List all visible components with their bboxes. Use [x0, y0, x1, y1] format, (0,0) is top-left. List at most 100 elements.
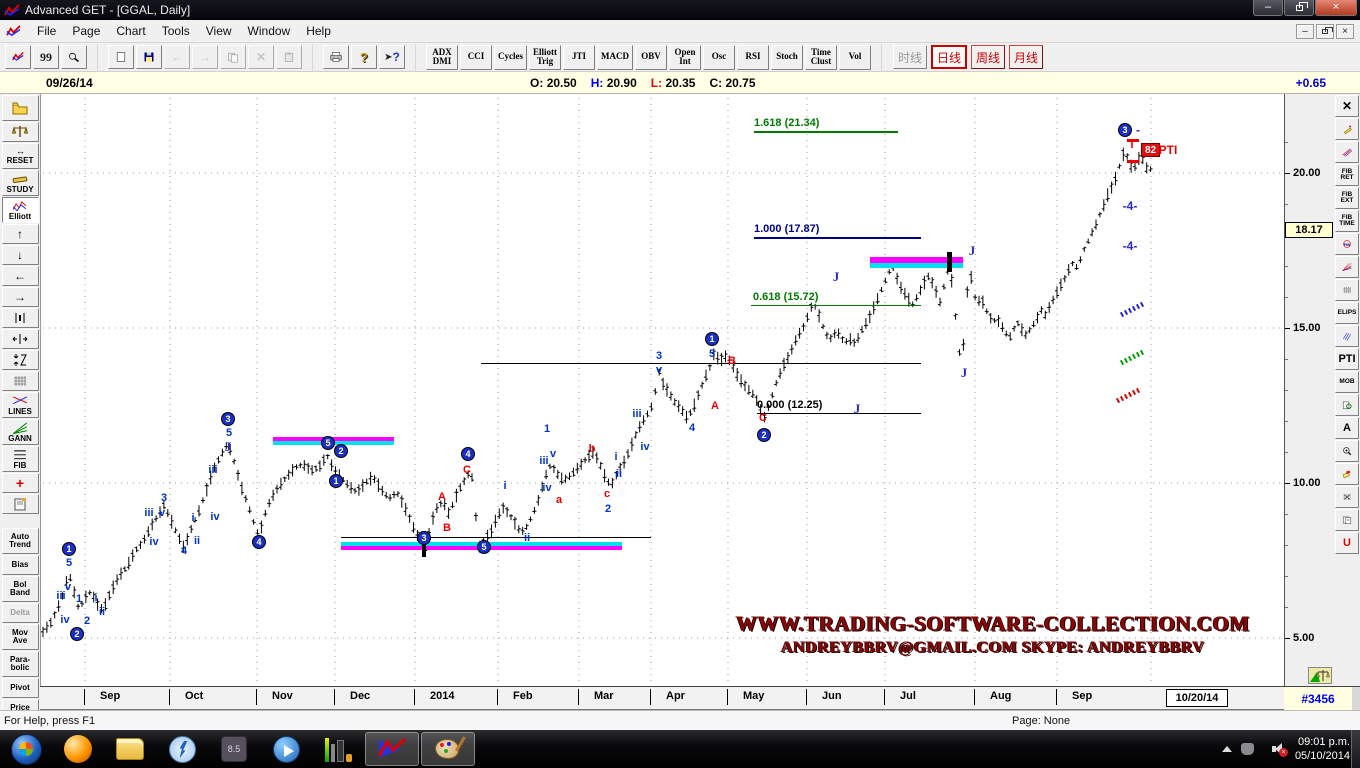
taskbar-icon-start[interactable] — [6, 732, 46, 766]
menu-chart[interactable]: Chart — [108, 22, 153, 40]
elliott-button[interactable]: Elliott — [2, 197, 39, 223]
abc-label: A — [711, 400, 719, 412]
volume-muted-icon[interactable]: × — [1272, 743, 1286, 755]
text-tool-button[interactable]: A — [1335, 417, 1359, 439]
lines-button[interactable]: LINES — [2, 392, 39, 418]
taskbar-icon-explorer[interactable] — [110, 732, 150, 766]
study-button-time-clust[interactable]: Time Clust — [805, 45, 837, 70]
ellipse-tool-button[interactable]: ELIPS — [1335, 302, 1359, 324]
scroll-left-button[interactable]: ← — [2, 266, 39, 286]
fib-level-label: 1.000 (17.87) — [754, 223, 819, 235]
pencil-tool-button[interactable] — [1335, 118, 1359, 140]
side-study-para-bolic[interactable]: Para- bolic — [2, 651, 39, 677]
restore-button[interactable] — [1284, 0, 1314, 16]
taskbar-icon-advanced-get[interactable] — [365, 732, 419, 766]
taskbar-icon-paint[interactable] — [421, 732, 475, 766]
study-button-open-int[interactable]: Open Int — [669, 45, 701, 70]
taskbar-icon-photoshop[interactable]: 8.5 — [214, 732, 254, 766]
period-button-周线[interactable]: 周线 — [971, 45, 1005, 69]
save-button[interactable] — [136, 45, 162, 69]
context-help-button[interactable]: ➤? — [379, 45, 405, 69]
study-button-cci[interactable]: CCI — [460, 45, 492, 70]
side-study-bol-band[interactable]: Bol Band — [2, 576, 39, 602]
reset-button[interactable]: ↔RESET — [2, 143, 39, 169]
mob-button[interactable]: MOB — [1335, 371, 1359, 393]
menu-file[interactable]: File — [29, 22, 64, 40]
study-button-elliott-trig[interactable]: Elliott Trig — [529, 45, 561, 70]
study-button-cycles[interactable]: Cycles — [494, 45, 527, 70]
fib-extension-button[interactable]: FIBEXT — [1335, 187, 1359, 209]
zoom-in-button[interactable] — [1335, 440, 1359, 462]
taskbar-icon-volume-mixer[interactable] — [318, 732, 358, 766]
print-button[interactable] — [323, 45, 349, 69]
pti-button[interactable]: PTI — [1335, 348, 1359, 370]
period-button-月线[interactable]: 月线 — [1009, 45, 1043, 69]
gann-button[interactable]: GANN — [2, 419, 39, 445]
scales-button[interactable] — [2, 122, 39, 142]
trendline-tool-button[interactable] — [1335, 141, 1359, 163]
fib-time-button[interactable]: FIBTIME — [1335, 210, 1359, 232]
scroll-up-button[interactable]: ↑ — [2, 224, 39, 244]
study-button-obv[interactable]: OBV — [635, 45, 667, 70]
study-button-macd[interactable]: MACD — [597, 45, 633, 70]
fib-retrace-button[interactable]: FIBRET — [1335, 164, 1359, 186]
menu-help[interactable]: Help — [298, 22, 339, 40]
parallel-tool-button[interactable] — [1335, 325, 1359, 347]
find-button[interactable] — [61, 45, 87, 69]
minimize-button[interactable]: – — [1253, 0, 1283, 16]
show-hidden-icons-button[interactable] — [1222, 746, 1232, 752]
side-study-auto-trend[interactable]: Auto Trend — [2, 528, 39, 554]
grid-button[interactable] — [2, 371, 39, 391]
clear-grid-button[interactable] — [1335, 486, 1359, 508]
mdi-close-button[interactable]: × — [1336, 24, 1354, 39]
study-button-jti[interactable]: JTI — [563, 45, 595, 70]
taskbar-icon-media-player[interactable] — [266, 732, 306, 766]
new-button[interactable] — [108, 45, 134, 69]
menu-page[interactable]: Page — [64, 22, 108, 40]
help-button[interactable]: ? — [351, 45, 377, 69]
inspect-button[interactable] — [1335, 394, 1359, 416]
show-desktop-button[interactable] — [1351, 730, 1360, 768]
study-button-osc[interactable]: Osc — [703, 45, 735, 70]
fib-button[interactable]: FIB — [2, 446, 39, 472]
open-chart-button[interactable] — [2, 95, 39, 121]
crosshair-button[interactable]: + — [2, 473, 39, 493]
quote-button[interactable]: 99 — [33, 45, 59, 69]
study-button-stoch[interactable]: Stoch — [771, 45, 803, 70]
close-button[interactable]: × — [1315, 0, 1357, 16]
compress-h-button[interactable] — [2, 329, 39, 349]
properties-button[interactable] — [2, 494, 39, 514]
taskbar-icon-firefox[interactable] — [58, 732, 98, 766]
menu-view[interactable]: View — [198, 22, 240, 40]
scroll-down-button[interactable]: ↓ — [2, 245, 39, 265]
study-button-rsi[interactable]: RSI — [737, 45, 769, 70]
delete-tool-button[interactable]: ✕ — [1335, 95, 1359, 117]
study-button-adx-dmi[interactable]: ADX DMI — [426, 45, 458, 70]
grid-tool-button[interactable] — [1335, 279, 1359, 301]
side-study-bias[interactable]: Bias — [2, 555, 39, 575]
study-button[interactable]: STUDY — [2, 170, 39, 196]
compress-v-button[interactable] — [2, 350, 39, 370]
scroll-right-button[interactable]: → — [2, 287, 39, 307]
fib-circle-button[interactable]: FIB — [1335, 233, 1359, 255]
chart-area[interactable]: 1.618 (21.34)1.000 (17.87)0.618 (15.72)0… — [40, 94, 1284, 686]
taskbar-icon-daemon-tools[interactable] — [162, 732, 202, 766]
eraser-button[interactable] — [1335, 463, 1359, 485]
period-button-日线[interactable]: 日线 — [931, 45, 967, 69]
tray-clock[interactable]: 09:01 p.m. 05/10/2014 — [1295, 735, 1350, 764]
side-study-price-clust[interactable]: Price Clust — [2, 699, 39, 710]
study-button-vol[interactable]: Vol — [839, 45, 871, 70]
bar-spacing-button[interactable] — [2, 308, 39, 328]
menu-tools[interactable]: Tools — [154, 22, 198, 40]
side-study-mov-ave[interactable]: Mov Ave — [2, 624, 39, 650]
pages-button[interactable] — [1335, 509, 1359, 531]
mdi-minimize-button[interactable]: – — [1296, 24, 1314, 39]
price-plot[interactable] — [41, 94, 1284, 686]
chart-logo-button[interactable] — [5, 45, 31, 69]
side-study-pivot[interactable]: Pivot — [2, 678, 39, 698]
menu-window[interactable]: Window — [240, 22, 299, 40]
mdi-restore-button[interactable] — [1316, 24, 1334, 39]
fan-tool-button[interactable] — [1335, 256, 1359, 278]
security-tray-icon[interactable] — [1241, 743, 1254, 755]
magnet-button[interactable]: U — [1335, 532, 1359, 554]
